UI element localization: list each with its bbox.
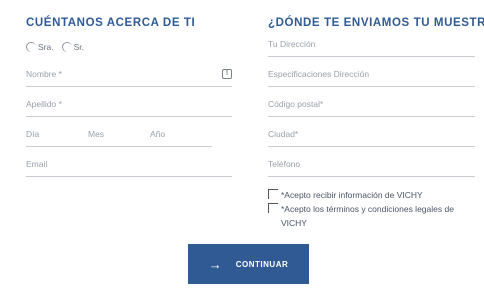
continue-button[interactable]: → CONTINUAR: [188, 244, 309, 284]
consent-terms-checkbox[interactable]: *Acepto los términos y condiciones legal…: [268, 202, 468, 230]
apellido-field[interactable]: Apellido *: [26, 97, 232, 117]
continue-label: CONTINUAR: [235, 259, 289, 269]
nombre-placeholder: Nombre *: [26, 69, 62, 79]
info-icon[interactable]: !: [222, 69, 232, 79]
about-you-heading: CUÉNTANOS ACERCA DE TI: [26, 17, 196, 29]
direccion-placeholder: Tu Dirección: [268, 39, 316, 49]
consent-terms-label: *Acepto los términos y condiciones legal…: [281, 204, 454, 228]
consent-info-checkbox[interactable]: *Acepto recibir información de VICHY: [268, 188, 475, 202]
radio-circle-icon[interactable]: [60, 41, 73, 53]
codigo-postal-field[interactable]: Código postal*: [268, 97, 475, 117]
direccion-field[interactable]: Tu Dirección: [268, 37, 475, 57]
ciudad-field[interactable]: Ciudad*: [268, 127, 475, 147]
codigo-postal-placeholder: Código postal*: [268, 99, 324, 109]
mes-field[interactable]: Mes: [88, 129, 104, 139]
dia-field[interactable]: Día: [26, 129, 39, 139]
checkbox-icon[interactable]: [268, 203, 278, 213]
apellido-placeholder: Apellido *: [26, 99, 62, 109]
shipping-heading: ¿DÓNDE TE ENVIAMOS TU MUESTRA?: [268, 17, 484, 29]
email-field[interactable]: Email: [26, 157, 232, 177]
checkbox-icon[interactable]: [268, 189, 278, 199]
radio-sr[interactable]: Sr.: [60, 41, 84, 53]
consent-info-label: *Acepto recibir información de VICHY: [281, 190, 423, 200]
email-placeholder: Email: [26, 159, 48, 169]
ciudad-placeholder: Ciudad*: [268, 129, 299, 139]
telefono-field[interactable]: Teléfono: [268, 157, 475, 177]
arrow-right-icon: →: [208, 256, 222, 272]
salutation-radio-group: Sra. Sr.: [25, 41, 84, 53]
radio-sra-label: Sra.: [38, 42, 54, 52]
nombre-field[interactable]: Nombre * !: [26, 67, 232, 87]
radio-circle-icon[interactable]: [25, 41, 37, 53]
telefono-placeholder: Teléfono: [268, 159, 301, 169]
especificaciones-field[interactable]: Especificaciones Dirección: [268, 67, 475, 87]
anio-field[interactable]: Año: [150, 129, 165, 139]
birthdate-row: Día Mes Año: [26, 127, 212, 147]
radio-sr-label: Sr.: [73, 42, 84, 52]
especificaciones-placeholder: Especificaciones Dirección: [268, 69, 370, 79]
radio-sra[interactable]: Sra.: [25, 41, 54, 53]
